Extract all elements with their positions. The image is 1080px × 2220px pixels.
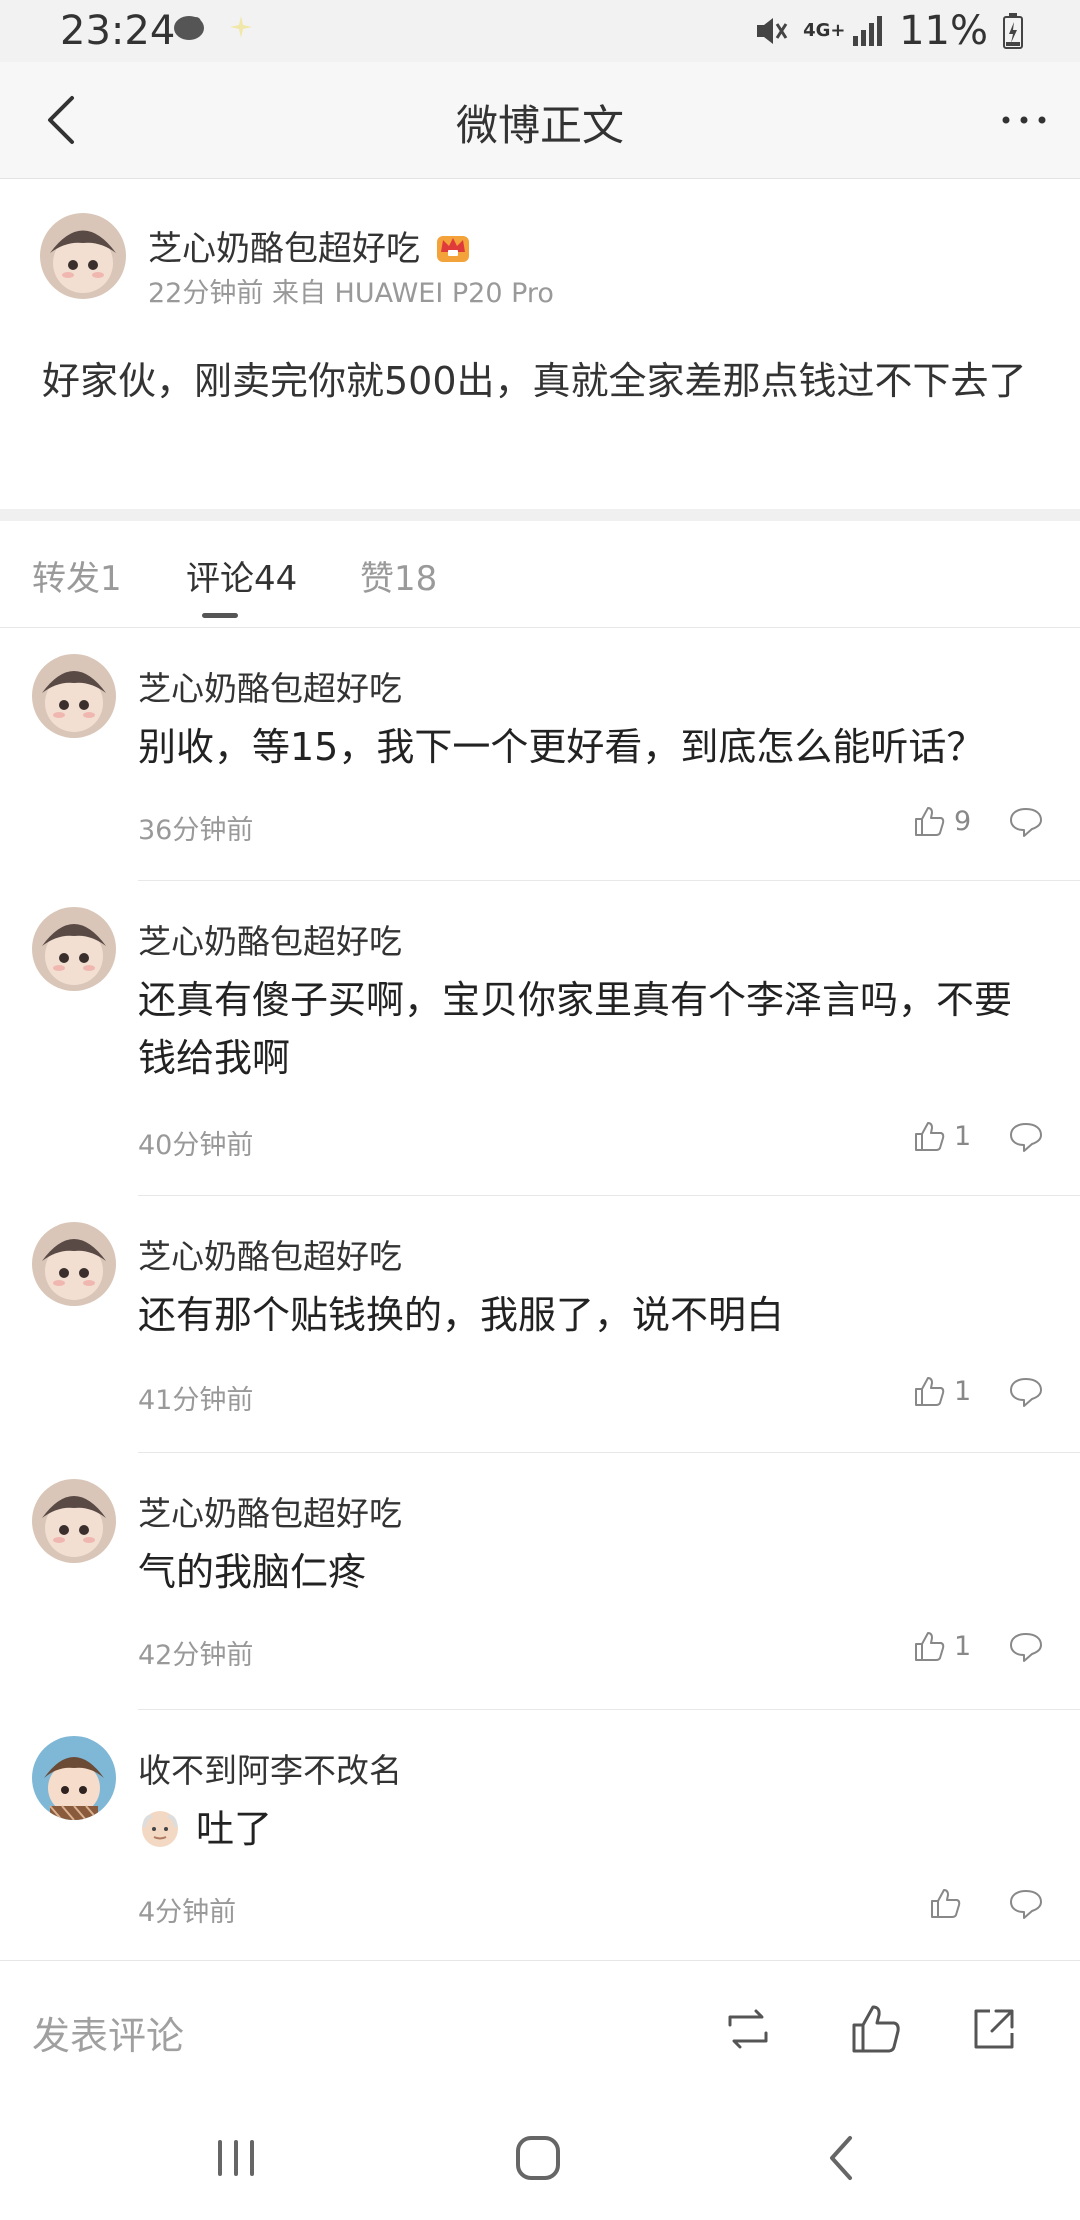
sparkle-icon [230, 16, 252, 38]
status-time: 23:24 [60, 8, 176, 54]
home-icon[interactable] [508, 2128, 568, 2188]
comment-item: 芝心奶酪包超好吃 还有那个贴钱换的，我服了，说不明白 41分钟前 1 [0, 1196, 1080, 1453]
author-name[interactable]: 芝心奶酪包超好吃 [148, 221, 420, 270]
thumbs-up-icon [915, 1122, 945, 1151]
tab-reposts[interactable]: 转发1 [32, 551, 122, 600]
reply-bubble-icon[interactable] [1008, 1888, 1044, 1920]
commenter-name[interactable]: 芝心奶酪包超好吃 [138, 915, 402, 963]
post-meta: 22分钟前 来自 HUAWEI P20 Pro [148, 278, 554, 309]
comment-text: 还真有傻子买啊，宝贝你家里真有个李泽言吗，不要钱给我啊 [138, 978, 1013, 1080]
commenter-name[interactable]: 芝心奶酪包超好吃 [138, 662, 402, 710]
section-divider [0, 509, 1080, 521]
comment-like-button[interactable] [928, 1886, 970, 1920]
comment-like-button[interactable]: 1 [912, 1374, 971, 1408]
post-card: 芝心奶酪包超好吃 22分钟前 来自 HUAWEI P20 Pro 好家伙，刚卖完… [0, 179, 1080, 509]
battery-percent: 11% [899, 8, 988, 54]
reply-bubble-icon[interactable] [1008, 1121, 1044, 1153]
repost-icon[interactable] [720, 2001, 776, 2057]
tab-likes[interactable]: 赞18 [360, 551, 437, 600]
post-body: 好家伙，刚卖完你就500出，真就全家差那点钱过不下去了 [42, 359, 1027, 403]
network-type: 4G+ [803, 20, 846, 41]
signal-icon [853, 16, 883, 46]
thumbs-up-icon [931, 1889, 961, 1918]
commenter-name[interactable]: 芝心奶酪包超好吃 [138, 1487, 402, 1535]
mute-icon [757, 18, 788, 44]
commenter-avatar[interactable] [32, 1222, 116, 1306]
reply-bubble-icon[interactable] [1008, 1376, 1044, 1408]
comment-time: 36分钟前 [138, 815, 254, 846]
like-count: 1 [954, 1630, 972, 1662]
comment-item: 芝心奶酪包超好吃 还真有傻子买啊，宝贝你家里真有个李泽言吗，不要钱给我啊 40分… [0, 881, 1080, 1196]
comment-time: 42分钟前 [138, 1640, 254, 1671]
author-avatar[interactable] [40, 213, 126, 299]
share-icon[interactable] [966, 2001, 1022, 2057]
comment-text: 别收，等15，我下一个更好看，到底怎么能听话？ [138, 725, 985, 769]
like-count: 9 [954, 805, 972, 837]
comment-action-bar: 发表评论 [0, 1960, 1080, 2097]
comment-time: 40分钟前 [138, 1130, 254, 1161]
commenter-avatar[interactable] [32, 1479, 116, 1563]
comment-text: 吐了 [196, 1807, 273, 1851]
comment-like-button[interactable]: 1 [912, 1119, 971, 1153]
commenter-avatar[interactable] [32, 907, 116, 991]
comment-text: 气的我脑仁疼 [138, 1550, 367, 1594]
comment-text: 还有那个贴钱换的，我服了，说不明白 [138, 1293, 785, 1337]
comment-item: 芝心奶酪包超好吃 气的我脑仁疼 42分钟前 1 [0, 1453, 1080, 1710]
comment-like-button[interactable]: 1 [912, 1629, 971, 1663]
thumbs-up-icon [915, 1632, 945, 1661]
comment-item: 收不到阿李不改名 吐了 4分钟前 [0, 1710, 1080, 1960]
tab-bar: 转发1 评论44 赞18 [0, 521, 1080, 628]
system-back-icon[interactable] [812, 2128, 872, 2188]
like-count: 1 [954, 1120, 972, 1152]
commenter-avatar[interactable] [32, 1736, 116, 1820]
comment-input[interactable]: 发表评论 [32, 2005, 184, 2060]
comment-like-button[interactable]: 9 [912, 804, 971, 838]
nav-bar: 微博正文 [0, 62, 1080, 179]
tab-comments[interactable]: 评论44 [186, 551, 297, 600]
status-bar: 23:24 4G+ 11% [0, 0, 1080, 62]
comment-time: 41分钟前 [138, 1385, 254, 1416]
like-count: 1 [954, 1375, 972, 1407]
comment-content: 吐了 [138, 1800, 1038, 1858]
reply-bubble-icon[interactable] [1008, 1631, 1044, 1663]
comment-time: 4分钟前 [138, 1897, 237, 1928]
reply-bubble-icon[interactable] [1008, 806, 1044, 838]
tab-active-indicator [202, 613, 238, 618]
commenter-avatar[interactable] [32, 654, 116, 738]
page-title: 微博正文 [455, 101, 624, 150]
commenter-name[interactable]: 芝心奶酪包超好吃 [138, 1230, 402, 1278]
weibo-bird-icon [174, 16, 204, 40]
thumbs-up-icon [915, 1377, 945, 1406]
old-man-emoji-icon [142, 1811, 178, 1847]
thumbs-up-icon [915, 807, 945, 836]
more-dots-icon[interactable] [996, 92, 1052, 148]
battery-icon [1003, 13, 1023, 49]
recent-apps-icon[interactable] [206, 2128, 266, 2188]
crown-vip-icon [437, 235, 469, 262]
like-icon[interactable] [848, 2001, 904, 2057]
commenter-name[interactable]: 收不到阿李不改名 [138, 1744, 402, 1792]
system-nav-bar [0, 2096, 1080, 2220]
comment-item: 芝心奶酪包超好吃 别收，等15，我下一个更好看，到底怎么能听话？ 36分钟前 9 [0, 628, 1080, 881]
